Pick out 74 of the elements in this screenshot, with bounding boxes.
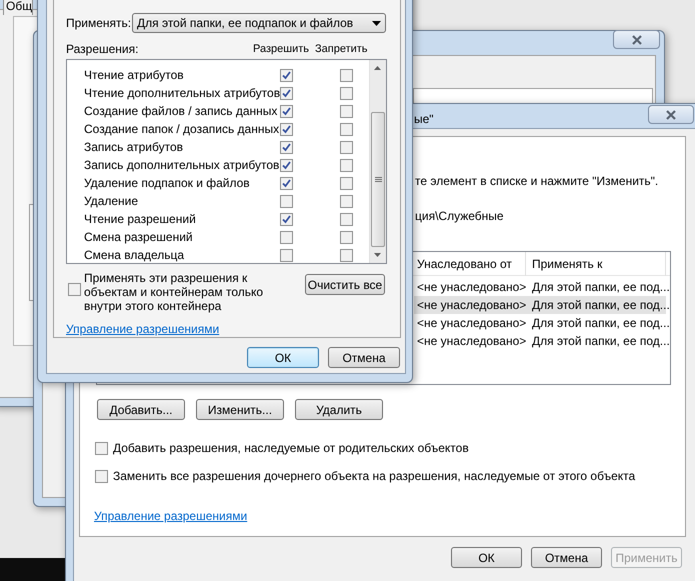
button[interactable]: ОК: [451, 547, 522, 568]
checkbox[interactable]: [340, 230, 353, 244]
checkbox[interactable]: [340, 68, 353, 82]
checkbox[interactable]: [68, 283, 81, 296]
close-icon: [665, 110, 677, 120]
checkbox[interactable]: [280, 212, 293, 226]
checkbox[interactable]: [340, 158, 353, 172]
scroll-down-icon[interactable]: [374, 253, 381, 257]
close-icon: [630, 34, 642, 44]
checkbox[interactable]: [280, 122, 293, 136]
checkbox[interactable]: [280, 248, 293, 262]
link[interactable]: Управление разрешениями: [66, 322, 220, 336]
scrollbar[interactable]: [369, 60, 386, 263]
checkbox[interactable]: [340, 176, 353, 190]
column-header: Запретить: [315, 42, 368, 57]
button[interactable]: ОК: [247, 347, 319, 368]
checkbox[interactable]: [95, 442, 108, 454]
button[interactable]: Отмена: [531, 547, 602, 568]
option-label: Применять эти разрешения к объектам и контейнерам только внутри этого контейнера: [84, 271, 264, 313]
table-cell-text: <не унаследовано>: [416, 315, 526, 332]
checkbox[interactable]: [280, 176, 293, 190]
field-label: Применять:: [66, 15, 132, 32]
permission-name: Смена разрешений: [83, 229, 194, 246]
permission-name: Создание папок / дозапись данных: [83, 121, 280, 138]
checkbox[interactable]: [280, 140, 293, 154]
table-cell-text: <не унаследовано>: [416, 333, 526, 350]
close-button[interactable]: [613, 30, 660, 49]
permission-name: Чтение разрешений: [83, 211, 197, 228]
checkbox[interactable]: [340, 104, 353, 118]
permission-name: Удаление: [83, 193, 140, 210]
checkbox[interactable]: [340, 140, 353, 154]
button[interactable]: Изменить...: [196, 399, 284, 420]
checkbox[interactable]: [280, 104, 293, 118]
permission-name: Смена владельца: [83, 247, 186, 263]
checkbox[interactable]: [95, 470, 108, 482]
permission-name: Удаление подпапок и файлов: [83, 175, 251, 192]
checkbox[interactable]: [280, 158, 293, 172]
table-cell-text: <не унаследовано>: [416, 297, 526, 314]
scroll-up-icon[interactable]: [374, 66, 381, 70]
permission-name: Запись атрибутов: [83, 139, 184, 156]
taskbar: [0, 558, 65, 581]
checkbox[interactable]: [340, 212, 353, 226]
option-label: Добавить разрешения, наследуемые от родительских объектов: [113, 441, 469, 455]
table-cell-text: <не унаследовано>: [416, 279, 526, 296]
checkbox[interactable]: [280, 86, 293, 100]
column-header[interactable]: Применять к: [526, 252, 666, 276]
button[interactable]: Очистить все: [305, 274, 385, 295]
link[interactable]: Управление разрешениями: [94, 509, 248, 523]
checkbox[interactable]: [280, 230, 293, 244]
checkbox[interactable]: [340, 194, 353, 208]
checkbox[interactable]: [340, 86, 353, 100]
checkbox[interactable]: [280, 68, 293, 82]
dropdown[interactable]: Для этой папки, ее подпапок и файлов: [132, 13, 386, 33]
option-label: Заменить все разрешения дочернего объекта на разрешения, наследуемые от этого объекта: [113, 469, 636, 483]
object-path: ция\Служебные: [415, 209, 505, 223]
button[interactable]: Добавить...: [97, 399, 185, 420]
column-header: Разрешить: [253, 42, 310, 57]
button[interactable]: Удалить: [295, 399, 383, 420]
caret-icon: [372, 20, 381, 26]
permission-name: Создание файлов / запись данных: [83, 103, 278, 120]
section-label: Разрешения:: [66, 41, 140, 58]
column-header[interactable]: Унаследовано от: [414, 252, 526, 276]
checkbox[interactable]: [340, 122, 353, 136]
permission-name: Чтение дополнительных атрибутов: [83, 85, 280, 102]
scroll-thumb[interactable]: [371, 112, 385, 247]
window-title: ые": [414, 112, 434, 126]
permission-name: Чтение атрибутов: [83, 67, 185, 84]
permission-name: Запись дополнительных атрибутов: [83, 157, 280, 174]
close-button[interactable]: [648, 105, 694, 124]
checkbox[interactable]: [280, 194, 293, 208]
tab[interactable]: Общ: [3, 0, 33, 15]
checkbox[interactable]: [340, 248, 353, 262]
instruction-text: те элемент в списке и нажмите "Изменить".: [415, 174, 660, 188]
button[interactable]: Отмена: [328, 347, 400, 368]
